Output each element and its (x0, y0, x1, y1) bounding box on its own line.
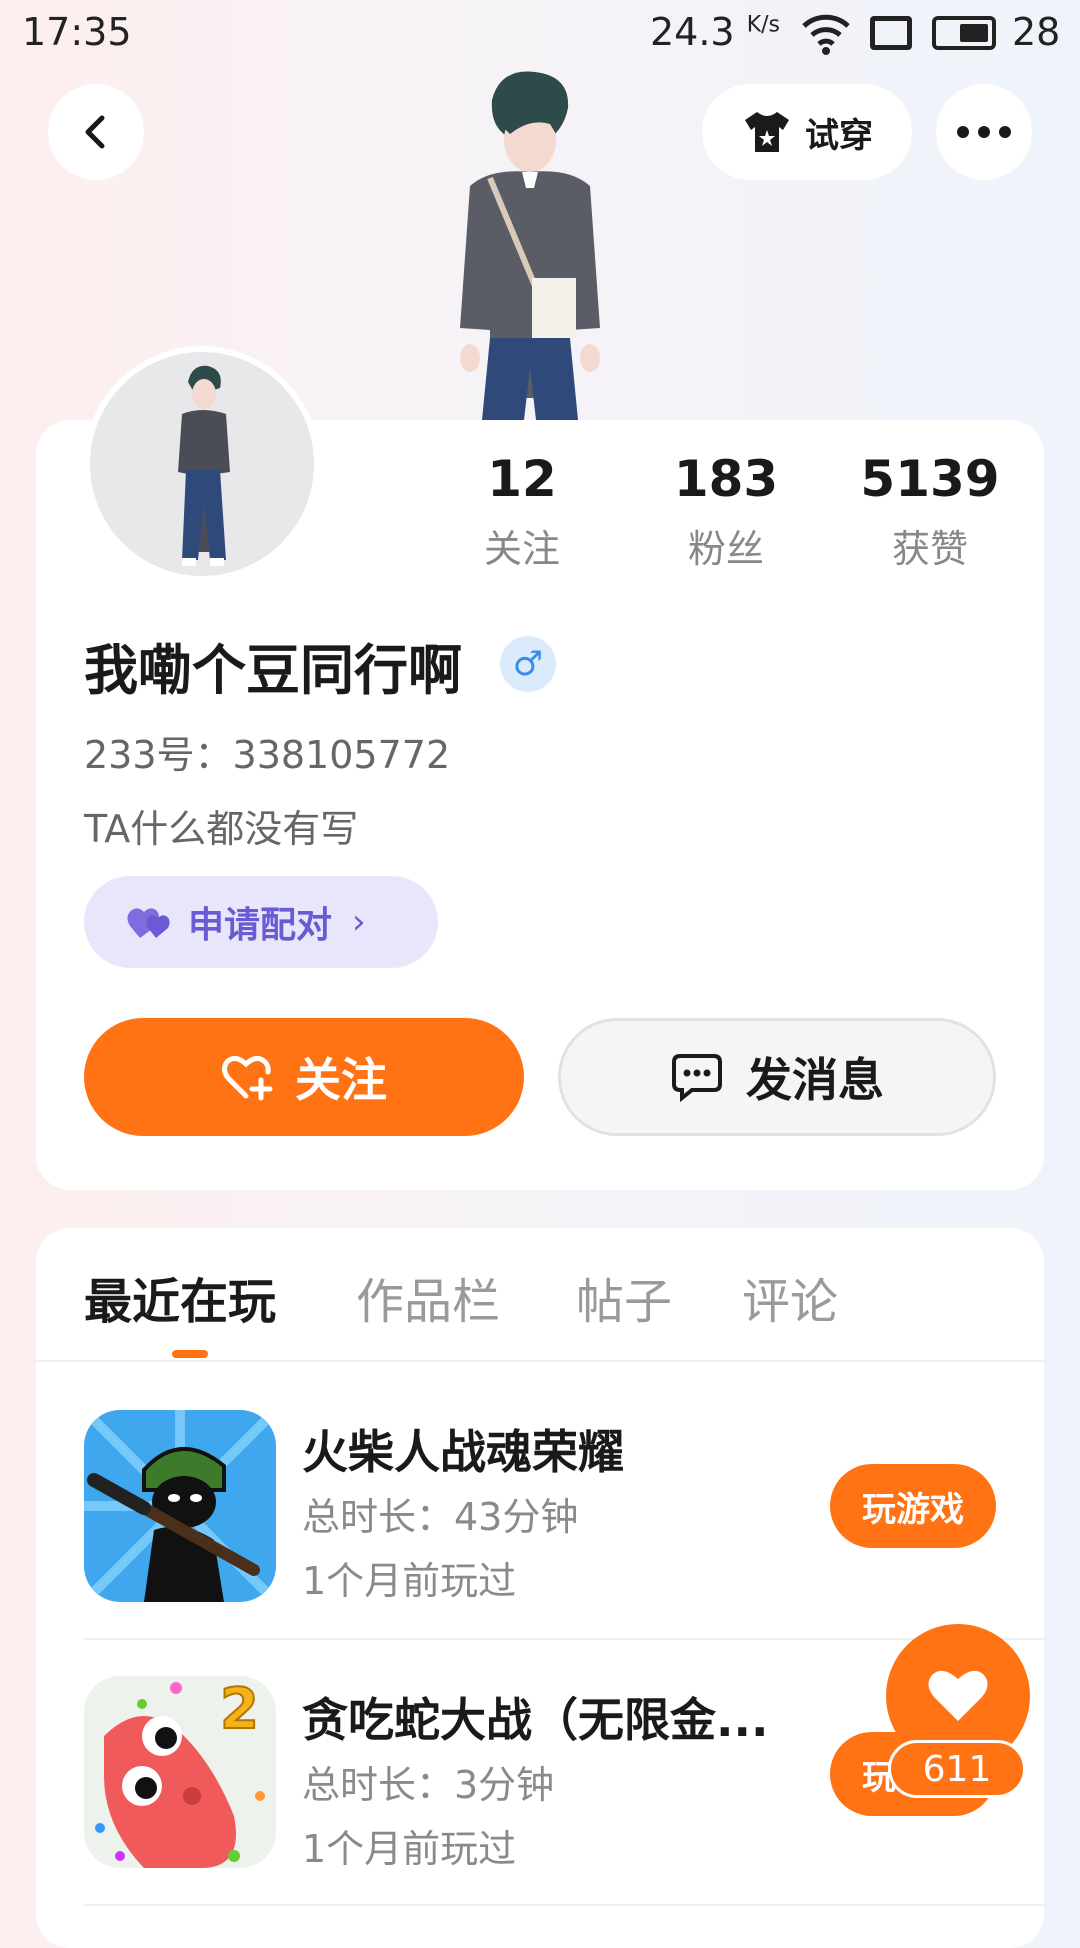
apply-pairing-label: 申请配对 (188, 905, 333, 946)
tab-works[interactable]: 作品栏 (356, 1262, 500, 1332)
tab-recently-played[interactable]: 最近在玩 (84, 1262, 276, 1332)
more-dots-icon (957, 126, 1011, 138)
double-heart-icon (127, 908, 170, 938)
game-last-played: 1个月前玩过 (302, 1827, 517, 1871)
try-on-label: 试穿 (805, 115, 873, 156)
stat-followers-count: 183 (673, 450, 779, 508)
user-bio: TA什么都没有写 (84, 807, 359, 851)
stat-followers[interactable]: 183 粉丝 (636, 450, 816, 573)
send-message-button[interactable]: 发消息 (558, 1018, 996, 1136)
battery-level: 28 (1012, 10, 1061, 54)
list-item[interactable] (84, 1410, 276, 1602)
svg-text:2: 2 (220, 1677, 259, 1742)
row-divider (84, 1904, 1044, 1906)
game-title: 贪吃蛇大战（无限金... (302, 1693, 769, 1747)
follow-label: 关注 (295, 1053, 387, 1107)
stat-likes-count: 5139 (860, 450, 1000, 508)
username: 我嘞个豆同行啊 (84, 639, 462, 702)
game-duration: 总时长：43分钟 (302, 1495, 579, 1539)
avatar[interactable] (84, 346, 320, 582)
status-time: 17:35 (22, 10, 132, 54)
stat-following-label: 关注 (483, 527, 560, 571)
stat-following-count: 12 (487, 450, 557, 508)
male-gender-icon: ♂ (500, 636, 556, 692)
try-on-button[interactable]: 试穿 (702, 84, 912, 180)
wifi-icon (802, 14, 850, 55)
game-title: 火柴人战魂荣耀 (302, 1425, 624, 1479)
more-button[interactable] (936, 84, 1032, 180)
back-button[interactable] (48, 84, 144, 180)
heart-plus-icon (221, 1056, 273, 1101)
tab-divider (36, 1360, 1044, 1362)
heart-icon (928, 1670, 988, 1721)
battery-icon (932, 16, 996, 50)
game-last-played: 1个月前玩过 (302, 1559, 517, 1603)
tab-comments[interactable]: 评论 (742, 1262, 838, 1332)
follow-button[interactable]: 关注 (84, 1018, 524, 1136)
back-arrow-icon (85, 115, 105, 149)
send-message-label: 发消息 (746, 1053, 884, 1107)
user-id: 233号：338105772 (84, 733, 451, 777)
game-icon-snake: 2 (84, 1676, 276, 1868)
apply-pairing-button[interactable]: 申请配对 › (84, 876, 438, 968)
like-count: 611 (888, 1740, 1026, 1798)
list-item[interactable]: 2 (84, 1676, 276, 1868)
tshirt-icon (745, 112, 789, 152)
chevron-right-icon: › (352, 902, 366, 942)
play-game-button[interactable]: 玩游戏 (830, 1464, 996, 1548)
avatar-3d-figure (460, 71, 600, 420)
active-tab-indicator (172, 1350, 208, 1358)
tab-posts[interactable]: 帖子 (576, 1262, 672, 1332)
network-speed: 24.3 K/s (650, 10, 781, 54)
stat-followers-label: 粉丝 (687, 527, 764, 571)
avatar-figure-icon (178, 365, 230, 566)
status-bar: 17:35 24.3 K/s 28 (0, 0, 1080, 70)
game-duration: 总时长：3分钟 (302, 1763, 555, 1807)
row-divider (84, 1638, 1044, 1640)
stat-following[interactable]: 12 关注 (432, 450, 612, 573)
chat-bubble-icon (672, 1054, 722, 1102)
stat-likes[interactable]: 5139 获赞 (840, 450, 1020, 573)
sim-icon (870, 16, 912, 50)
game-icon-stickman (84, 1410, 276, 1602)
stat-likes-label: 获赞 (891, 527, 968, 571)
